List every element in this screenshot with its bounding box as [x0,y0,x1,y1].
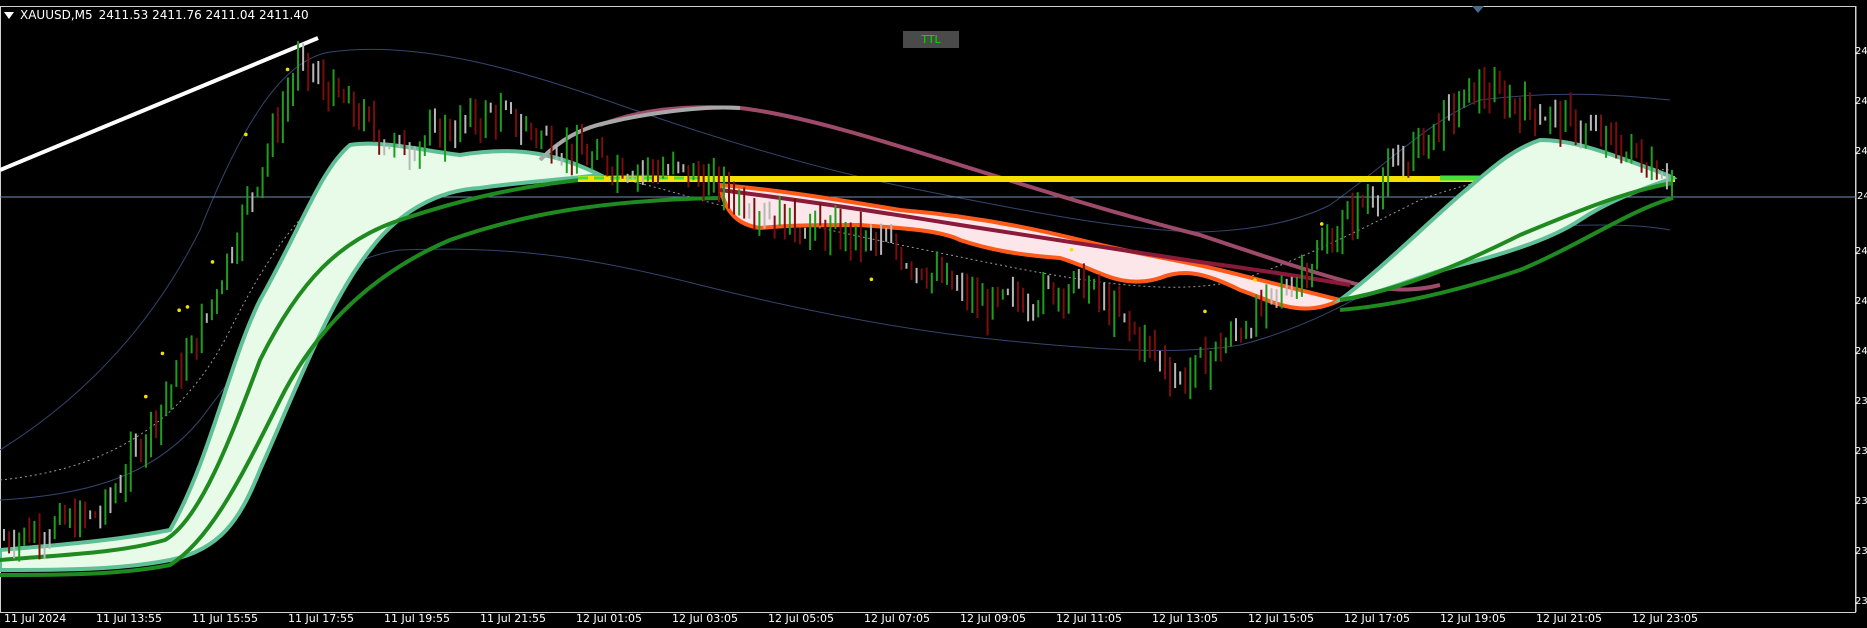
shift-marker-icon[interactable] [1472,6,1484,13]
price-tick-label: 23 [1855,396,1867,407]
time-label: 12 Jul 07:05 [864,612,930,625]
signal-dot [185,305,190,309]
time-label: 12 Jul 21:05 [1536,612,1602,625]
signal-dot [143,394,148,399]
time-label: 12 Jul 03:05 [672,612,738,625]
chart-header: XAUUSD,M5 2411.53 2411.76 2411.04 2411.4… [4,8,309,22]
time-label: 11 Jul 15:55 [192,612,258,625]
signal-dot [1253,278,1257,282]
signal-dot [1319,222,1324,226]
chart-area[interactable]: XAUUSD,M5 2411.53 2411.76 2411.04 2411.4… [0,0,1867,628]
time-label: 12 Jul 15:05 [1248,612,1314,625]
price-tick-label: 23 [1855,546,1867,557]
trend-line [0,36,319,172]
time-label: 12 Jul 19:05 [1440,612,1506,625]
current-price-tag: 24 [1857,190,1867,203]
time-label: 12 Jul 01:05 [576,612,642,625]
price-tick-label: 24 [1855,146,1867,157]
time-label: 12 Jul 09:05 [960,612,1026,625]
signal-dot [177,308,181,313]
slow-ma-gray-segment [538,105,741,162]
time-label: 12 Jul 13:05 [1152,612,1218,625]
ttl-badge[interactable]: TTL [903,31,959,48]
symbol-label: XAUUSD,M5 [20,8,93,22]
price-tick-label: 24 [1855,246,1867,257]
price-tick-label: 23 [1855,596,1867,607]
time-label: 11 Jul 2024 [4,612,67,625]
time-label: 11 Jul 17:55 [288,612,354,625]
signal-dot [1069,247,1074,252]
signal-dot [1203,309,1207,314]
time-label: 12 Jul 11:05 [1056,612,1122,625]
price-tick-label: 24 [1855,296,1867,307]
price-chart-canvas[interactable] [0,0,1867,628]
time-label: 12 Jul 23:05 [1632,612,1698,625]
signal-dot [244,132,248,137]
bull-cloud-left [0,141,607,572]
signal-dot [210,260,215,264]
signal-dot [160,351,165,356]
price-tick-label: 23 [1855,496,1867,507]
price-tick-label: 23 [1855,446,1867,457]
collapse-triangle-icon[interactable] [4,11,14,19]
time-label: 11 Jul 21:55 [480,612,546,625]
ohlc-readout: 2411.53 2411.76 2411.04 2411.40 [98,8,309,22]
time-label: 11 Jul 19:55 [384,612,450,625]
signal-dot [285,67,290,72]
time-label: 11 Jul 13:55 [96,612,162,625]
time-label: 12 Jul 17:05 [1344,612,1410,625]
time-label: 12 Jul 05:05 [768,612,834,625]
signal-dot [869,277,874,282]
price-tick-label: 24 [1855,96,1867,107]
price-tick-label: 24 [1855,46,1867,57]
price-tick-label: 24 [1855,346,1867,357]
